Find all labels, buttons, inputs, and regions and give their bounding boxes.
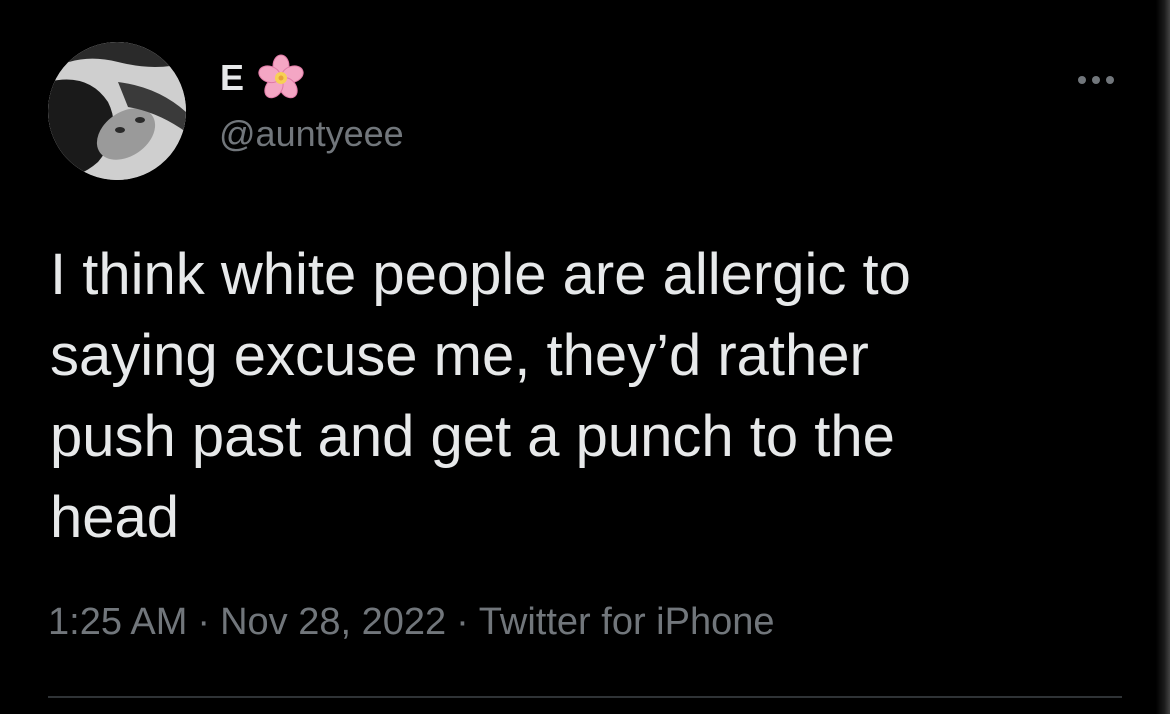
ellipsis-icon [1092,76,1100,84]
tweet-text-line: head [50,485,180,550]
tweet-source[interactable]: Twitter for iPhone [479,601,775,643]
tweet-time[interactable]: 1:25 AM [48,601,187,643]
user-handle[interactable]: @auntyeee [219,116,404,152]
scrollbar [1156,0,1170,714]
more-options-button[interactable] [1068,64,1124,96]
meta-separator: · [197,601,211,643]
author-name-row[interactable]: E [220,52,306,104]
tweet-text-line: saying excuse me, they’d rather [50,323,869,388]
tweet-text-line: I think white people are allergic to [50,242,911,307]
ellipsis-icon [1106,76,1114,84]
meta-separator: · [456,601,469,643]
tweet-text-line: push past and get a punch to the [50,404,895,469]
divider [48,696,1122,698]
tweet-metadata: 1:25 AM · Nov 28, 2022 · Twitter for iPhone [48,600,774,644]
display-name[interactable]: E [220,60,244,96]
ellipsis-icon [1078,76,1086,84]
tweet-date[interactable]: Nov 28, 2022 [220,601,446,643]
tweet-text: I think white people are allergic to say… [50,234,1090,558]
cherry-blossom-icon [256,53,306,103]
avatar-photo [48,42,186,180]
avatar[interactable] [48,42,186,180]
tweet-card: E @auntyeee I think white people are all… [0,0,1170,714]
